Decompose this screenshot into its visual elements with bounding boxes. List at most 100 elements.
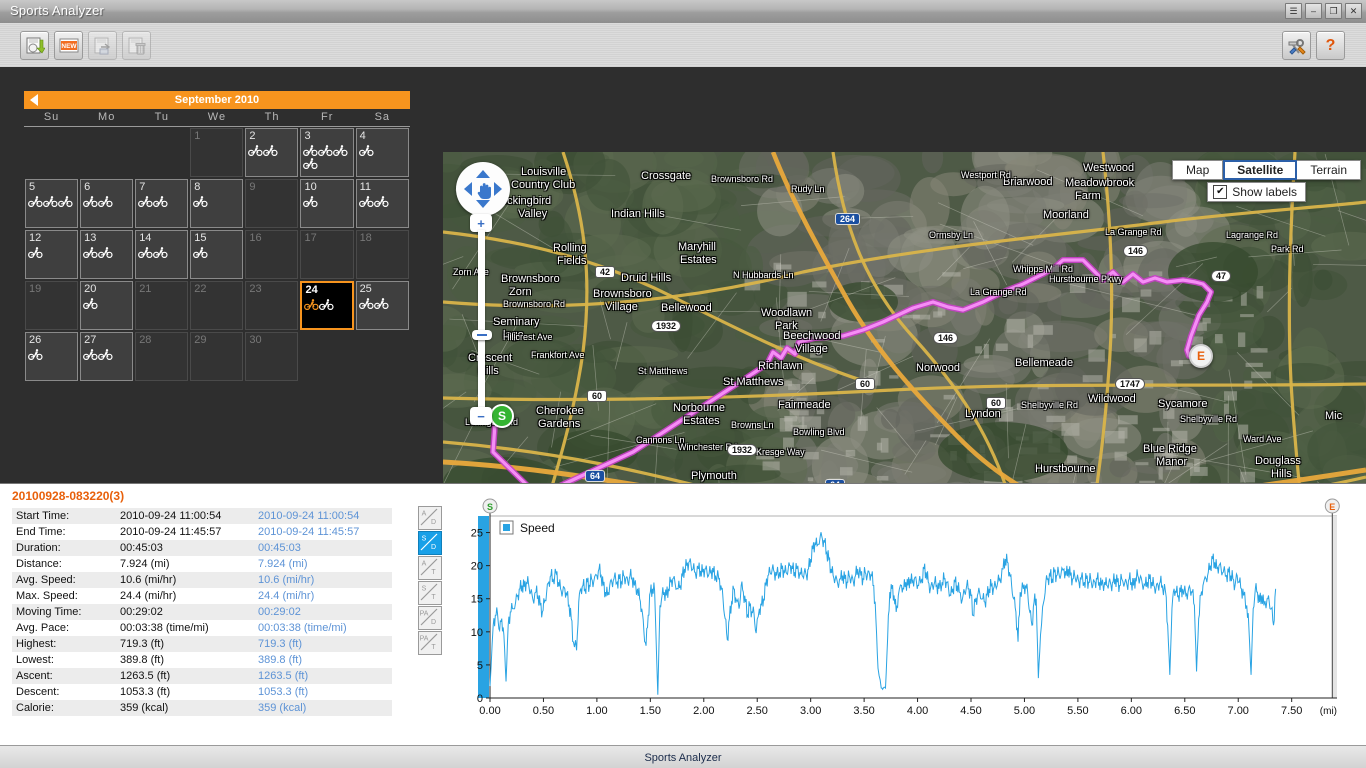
- svg-text:4.00: 4.00: [907, 705, 928, 717]
- stat-row: Moving Time: 00:29:02 00:29:02: [12, 604, 392, 620]
- calendar-day-11[interactable]: 11: [355, 179, 409, 228]
- show-labels-row[interactable]: ✔ Show labels: [1207, 182, 1306, 202]
- bicycle-icon: [303, 196, 319, 207]
- calendar-day-29[interactable]: 29: [190, 332, 244, 381]
- activity-icons: [83, 348, 131, 361]
- stat-label: Ascent:: [12, 668, 116, 684]
- map-type-map[interactable]: Map: [1171, 160, 1224, 180]
- stat-row: Lowest: 389.8 (ft) 389.8 (ft): [12, 652, 392, 668]
- calendar-day-18[interactable]: 18: [355, 230, 409, 279]
- stat-value-alt: 24.4 (mi/hr): [254, 588, 392, 604]
- calendar-day-19[interactable]: 19: [25, 281, 79, 330]
- calendar-day-number: 2: [249, 130, 256, 142]
- bicycle-icon: [83, 349, 98, 360]
- calendar-day-empty: [80, 128, 133, 177]
- calendar-day-4[interactable]: 4: [355, 128, 409, 177]
- open-activity-button[interactable]: [20, 31, 49, 60]
- calendar-day-21[interactable]: 21: [135, 281, 189, 330]
- activity-icons: [28, 195, 76, 208]
- svg-text:7.50: 7.50: [1281, 705, 1302, 717]
- activity-icons: [358, 297, 407, 310]
- calendar-day-number: 27: [84, 334, 97, 346]
- calendar-day-27[interactable]: 27: [80, 332, 134, 381]
- map-pan-control[interactable]: [456, 162, 510, 216]
- close-icon[interactable]: ✕: [1345, 3, 1362, 19]
- calendar-day-number: 3: [304, 130, 311, 142]
- map-route-shield: 47: [1211, 270, 1232, 282]
- minimize-icon[interactable]: –: [1305, 3, 1322, 19]
- calendar-day-number: 15: [194, 232, 207, 244]
- calendar-day-24[interactable]: 24: [300, 281, 354, 330]
- map-zoom-control[interactable]: + −: [470, 214, 496, 425]
- calendar-day-14[interactable]: 14: [135, 230, 189, 279]
- settings-button[interactable]: [1282, 31, 1311, 60]
- map-type-satellite[interactable]: Satellite: [1223, 160, 1298, 180]
- pace-distance-toggle[interactable]: PA D: [418, 606, 442, 630]
- help-button[interactable]: ?: [1316, 31, 1345, 60]
- chart-toggle-icon: SD: [420, 533, 438, 551]
- stat-value: 00:45:03: [116, 540, 254, 556]
- speed-distance-toggle[interactable]: SD: [418, 531, 442, 555]
- stat-value: 359 (kcal): [116, 700, 254, 716]
- svg-text:PA: PA: [420, 611, 429, 618]
- stat-value-alt: 1053.3 (ft): [254, 684, 392, 700]
- speed-chart[interactable]: 0 5 10 15 20 25 0.00 0.50 1.00 1.50 2.00 2.50 3.00 3.…: [455, 498, 1355, 730]
- speed-time-toggle[interactable]: ST: [418, 581, 442, 605]
- pace-time-toggle[interactable]: PA T: [418, 631, 442, 655]
- activity-icons: [138, 246, 186, 259]
- zoom-slider-knob[interactable]: [472, 330, 492, 340]
- calendar-day-30[interactable]: 30: [245, 332, 299, 381]
- calendar-day-10[interactable]: 10: [300, 179, 354, 228]
- activity-icons: [304, 298, 352, 311]
- svg-text:T: T: [431, 594, 436, 601]
- calendar-day-number: 30: [249, 334, 262, 346]
- svg-text:(mi): (mi): [1320, 706, 1337, 717]
- calendar-day-5[interactable]: 5: [25, 179, 79, 228]
- window-menu-icon[interactable]: ☰: [1285, 3, 1302, 19]
- bicycle-icon: [58, 196, 73, 207]
- calendar-day-23[interactable]: 23: [245, 281, 299, 330]
- calendar-day-2[interactable]: 2: [245, 128, 299, 177]
- new-activity-button[interactable]: NEW: [54, 31, 83, 60]
- calendar-day-3[interactable]: 3: [300, 128, 354, 177]
- altitude-distance-toggle[interactable]: AD: [418, 506, 442, 530]
- calendar-day-26[interactable]: 26: [25, 332, 79, 381]
- bicycle-icon: [318, 145, 334, 156]
- delete-activity-button[interactable]: [122, 31, 151, 60]
- calendar-day-1[interactable]: 1: [190, 128, 244, 177]
- trash-icon: [127, 36, 147, 56]
- stat-value: 389.8 (ft): [116, 652, 254, 668]
- calendar-day-16[interactable]: 16: [245, 230, 299, 279]
- altitude-time-toggle[interactable]: AT: [418, 556, 442, 580]
- route-map[interactable]: Louisville Country Club ockingbird Valley In…: [443, 152, 1366, 534]
- map-route-shield: 146: [933, 332, 959, 344]
- bicycle-icon: [358, 145, 374, 156]
- calendar-day-25[interactable]: 25: [355, 281, 409, 330]
- show-labels-checkbox[interactable]: ✔: [1213, 185, 1228, 199]
- prev-month-icon[interactable]: [30, 94, 38, 106]
- export-activity-button[interactable]: [88, 31, 117, 60]
- calendar-day-13[interactable]: 13: [80, 230, 134, 279]
- calendar-day-22[interactable]: 22: [190, 281, 244, 330]
- calendar-day-7[interactable]: 7: [135, 179, 189, 228]
- map-type-terrain[interactable]: Terrain: [1297, 160, 1361, 180]
- calendar-day-28[interactable]: 28: [135, 332, 189, 381]
- bicycle-icon: [333, 145, 349, 156]
- calendar-day-20[interactable]: 20: [80, 281, 134, 330]
- zoom-slider-track[interactable]: [478, 230, 485, 420]
- calendar-day-17[interactable]: 17: [300, 230, 354, 279]
- calendar-day-8[interactable]: 8: [190, 179, 244, 228]
- activity-icons: [83, 297, 131, 310]
- restore-icon[interactable]: ❐: [1325, 3, 1342, 19]
- calendar-day-9[interactable]: 9: [245, 179, 299, 228]
- day-header-tu: Tu: [154, 111, 170, 123]
- stat-value-alt: 00:45:03: [254, 540, 392, 556]
- calendar-day-12[interactable]: 12: [25, 230, 79, 279]
- stat-value: 00:03:38 (time/mi): [116, 620, 254, 636]
- zoom-out-button[interactable]: −: [470, 407, 492, 425]
- calendar-day-6[interactable]: 6: [80, 179, 134, 228]
- bicycle-icon: [153, 196, 168, 207]
- calendar-day-15[interactable]: 15: [190, 230, 244, 279]
- bicycle-icon: [319, 299, 335, 310]
- map-route-shield: 146: [1123, 245, 1149, 257]
